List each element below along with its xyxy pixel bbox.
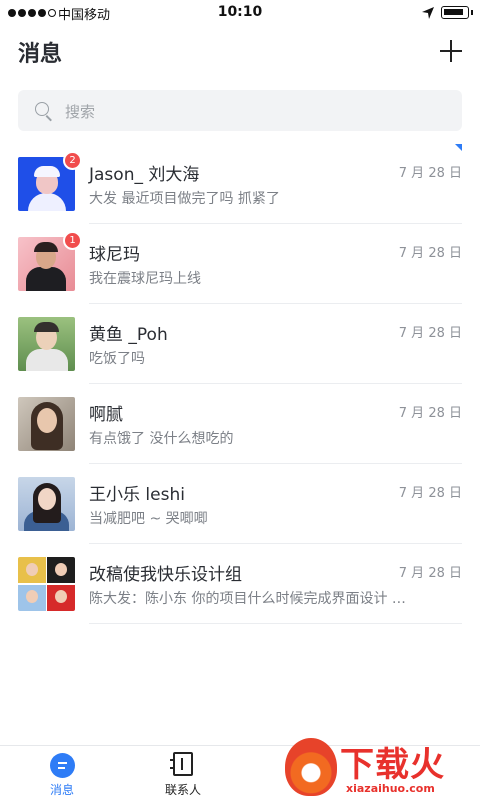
location-arrow-icon — [422, 7, 434, 19]
conversation-date: 7 月 28 日 — [398, 566, 462, 581]
conversation-date: 7 月 28 日 — [398, 406, 462, 421]
unread-badge: 1 — [63, 231, 82, 250]
conversation-date: 7 月 28 日 — [398, 326, 462, 341]
divider — [89, 623, 462, 624]
tab-contacts[interactable]: 联系人 — [138, 746, 228, 801]
tab-messages[interactable]: 消息 — [17, 746, 107, 801]
search-icon — [35, 102, 49, 116]
conversation-date: 7 月 28 日 — [398, 166, 462, 181]
conversation-item[interactable]: 王小乐 leshi 7 月 28 日 当减肥吧 ~ 哭唧唧 — [0, 464, 480, 544]
search-placeholder: 搜索 — [65, 103, 96, 121]
avatar — [18, 397, 75, 451]
conversation-name: 啊腻 — [89, 405, 123, 425]
tab-label: 联系人 — [164, 783, 201, 797]
conversation-item[interactable]: 啊腻 7 月 28 日 有点饿了 没什么想吃的 — [0, 384, 480, 464]
battery-tip — [471, 10, 473, 15]
watermark-logo: 下载火 xiazaihuo.com — [282, 735, 480, 800]
tab-label: 消息 — [49, 783, 74, 797]
flame-logo-icon — [285, 738, 337, 796]
conversation-date: 7 月 28 日 — [398, 246, 462, 261]
conversation-name: 王小乐 leshi — [89, 485, 185, 505]
page-title: 消息 — [18, 42, 63, 67]
watermark-brand: 下载火 — [340, 745, 445, 785]
battery-icon — [441, 6, 469, 19]
conversation-item[interactable]: 2 Jason_ 刘大海 7 月 28 日 大发 最近项目做完了吗 抓紧了 — [0, 144, 480, 224]
conversation-name: 黄鱼 _Poh — [89, 325, 168, 345]
conversation-item[interactable]: 1 球尼玛 7 月 28 日 我在震球尼玛上线 — [0, 224, 480, 304]
avatar — [18, 477, 75, 531]
contacts-book-icon — [170, 752, 193, 776]
message-bubble-icon — [50, 753, 75, 778]
add-icon[interactable] — [438, 38, 464, 64]
unread-badge: 2 — [63, 151, 82, 170]
conversation-preview: 我在震球尼玛上线 — [89, 271, 201, 287]
search-input[interactable]: 搜索 — [18, 90, 462, 131]
avatar — [18, 317, 75, 371]
conversation-name: Jason_ 刘大海 — [89, 165, 200, 185]
conversation-preview: 当减肥吧 ~ 哭唧唧 — [89, 511, 208, 527]
pinned-flag-icon — [455, 144, 462, 151]
conversation-preview: 大发 最近项目做完了吗 抓紧了 — [89, 191, 280, 207]
status-bar: 中国移动 10:10 — [0, 0, 480, 26]
conversation-name: 球尼玛 — [89, 245, 140, 265]
watermark-url: xiazaihuo.com — [346, 782, 435, 795]
conversation-item[interactable]: 改稿使我快乐设计组 7 月 28 日 陈大发：陈小东 你的项目什么时候完成界面设… — [0, 544, 480, 624]
status-time: 10:10 — [217, 4, 263, 20]
conversation-name: 改稿使我快乐设计组 — [89, 565, 242, 585]
conversation-date: 7 月 28 日 — [398, 486, 462, 501]
conversation-preview: 陈大发：陈小东 你的项目什么时候完成界面设计 … — [89, 591, 406, 607]
conversation-item[interactable]: 黄鱼 _Poh 7 月 28 日 吃饭了吗 — [0, 304, 480, 384]
conversation-preview: 有点饿了 没什么想吃的 — [89, 431, 234, 447]
conversation-list: 2 Jason_ 刘大海 7 月 28 日 大发 最近项目做完了吗 抓紧了 1 … — [0, 144, 480, 624]
conversation-preview: 吃饭了吗 — [89, 351, 145, 367]
group-avatar — [18, 557, 75, 611]
